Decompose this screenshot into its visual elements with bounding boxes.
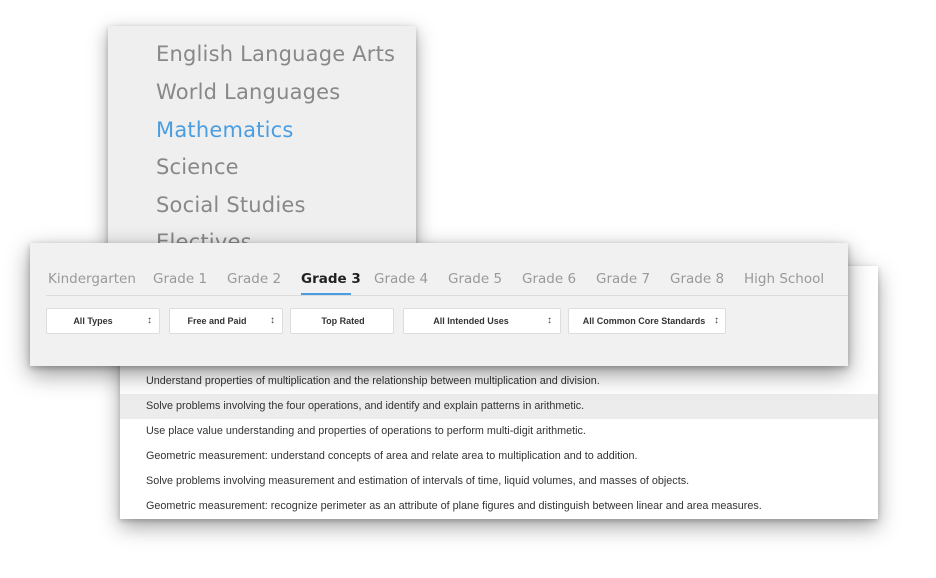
active-tab-indicator xyxy=(301,293,351,295)
subject-social-studies[interactable]: Social Studies xyxy=(156,193,306,217)
chevron-up-down-icon: ↕ xyxy=(547,315,552,326)
tab-grade-2[interactable]: Grade 2 xyxy=(227,271,281,287)
standard-row[interactable]: Geometric measurement: understand concep… xyxy=(120,444,878,469)
tab-grade-7[interactable]: Grade 7 xyxy=(596,271,650,287)
sort-filter-label: Top Rated xyxy=(321,316,365,326)
subject-menu: English Language Arts World Languages Ma… xyxy=(108,26,416,258)
standard-row[interactable]: Geometric measurement: recognize perimet… xyxy=(120,494,878,519)
chevron-up-down-icon: ↕ xyxy=(714,315,719,326)
type-filter-select[interactable]: All Types ↕ xyxy=(46,308,160,334)
subject-mathematics[interactable]: Mathematics xyxy=(156,118,294,142)
intended-uses-select[interactable]: All Intended Uses ↕ xyxy=(403,308,561,334)
tab-high-school[interactable]: High School xyxy=(744,271,824,287)
tab-grade-4[interactable]: Grade 4 xyxy=(374,271,428,287)
tab-grade-5[interactable]: Grade 5 xyxy=(448,271,502,287)
subject-english-language-arts[interactable]: English Language Arts xyxy=(156,42,395,66)
tab-grade-8[interactable]: Grade 8 xyxy=(670,271,724,287)
standards-select[interactable]: All Common Core Standards ↕ xyxy=(568,308,726,334)
standards-label: All Common Core Standards xyxy=(582,316,706,326)
price-filter-label: Free and Paid xyxy=(187,316,247,326)
standard-row[interactable]: Understand properties of multiplication … xyxy=(120,369,878,394)
subject-world-languages[interactable]: World Languages xyxy=(156,80,340,104)
standard-row[interactable]: Use place value understanding and proper… xyxy=(120,419,878,444)
type-filter-label: All Types xyxy=(73,316,113,326)
standard-row[interactable]: Solve problems involving the four operat… xyxy=(120,394,878,419)
tabs-divider xyxy=(46,295,848,296)
chevron-up-down-icon: ↕ xyxy=(270,315,275,326)
intended-uses-label: All Intended Uses xyxy=(433,316,509,326)
standard-row[interactable]: Solve problems involving measurement and… xyxy=(120,469,878,494)
tab-grade-6[interactable]: Grade 6 xyxy=(522,271,576,287)
filter-bar: Kindergarten Grade 1 Grade 2 Grade 3 Gra… xyxy=(30,243,848,366)
sort-filter-button[interactable]: Top Rated xyxy=(290,308,394,334)
tab-kindergarten[interactable]: Kindergarten xyxy=(48,271,136,287)
price-filter-select[interactable]: Free and Paid ↕ xyxy=(169,308,283,334)
tab-grade-1[interactable]: Grade 1 xyxy=(153,271,207,287)
chevron-up-down-icon: ↕ xyxy=(147,315,152,326)
tab-grade-3[interactable]: Grade 3 xyxy=(301,271,361,287)
subject-science[interactable]: Science xyxy=(156,155,239,179)
